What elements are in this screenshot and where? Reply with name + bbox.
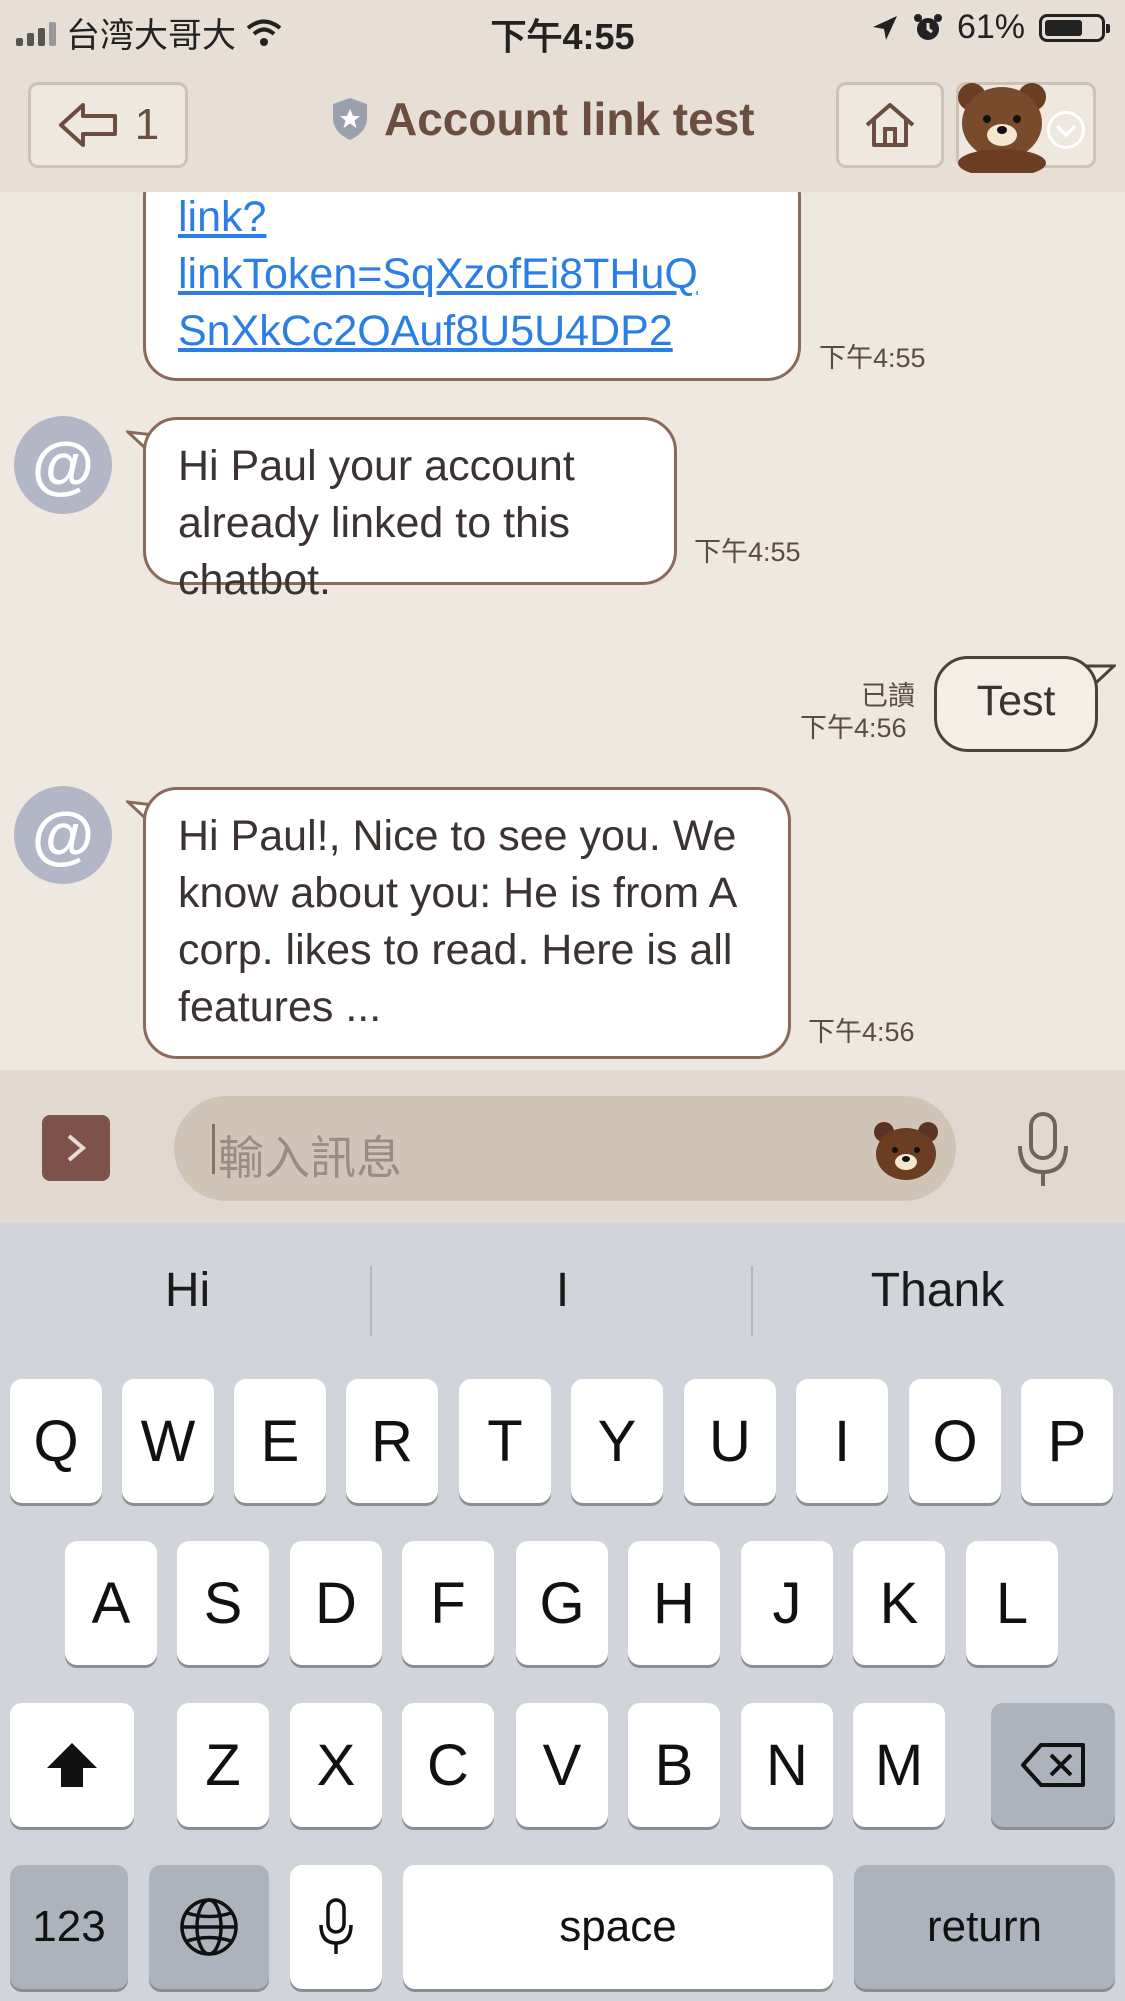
key[interactable]: M	[853, 1703, 945, 1827]
chevron-right-icon	[67, 1134, 87, 1162]
key[interactable]: H	[628, 1541, 720, 1665]
key[interactable]: O	[909, 1379, 1001, 1503]
shift-icon	[47, 1743, 97, 1787]
key[interactable]: A	[65, 1541, 157, 1665]
globe-key[interactable]	[149, 1865, 269, 1989]
message-bubble[interactable]: Hi Paul your account already linked to t…	[143, 417, 677, 604]
key[interactable]: V	[516, 1703, 608, 1827]
key[interactable]: D	[290, 1541, 382, 1665]
key[interactable]: K	[853, 1541, 945, 1665]
key[interactable]: W	[122, 1379, 214, 1503]
suggestion-item[interactable]: Thank	[750, 1263, 1125, 1318]
battery-icon	[1039, 13, 1110, 42]
backspace-icon	[1021, 1743, 1085, 1787]
numbers-key[interactable]: 123	[10, 1865, 128, 1989]
message-text: Hi Paul!, Nice to see you. We know about…	[178, 812, 737, 1031]
status-right: 61%	[871, 8, 1110, 47]
key[interactable]: E	[234, 1379, 326, 1503]
microphone-icon[interactable]	[1010, 1110, 1076, 1190]
space-key[interactable]: space	[403, 1865, 833, 1989]
key[interactable]: P	[1021, 1379, 1113, 1503]
key[interactable]: F	[402, 1541, 494, 1665]
key[interactable]: C	[402, 1703, 494, 1827]
read-receipt: 已讀	[861, 681, 915, 711]
suggestion-item[interactable]: I	[375, 1263, 750, 1318]
delete-key[interactable]	[991, 1703, 1115, 1827]
message-timestamp: 下午4:55	[819, 343, 926, 373]
key[interactable]: L	[966, 1541, 1058, 1665]
return-key[interactable]: return	[854, 1865, 1115, 1989]
dictation-key[interactable]	[290, 1865, 382, 1989]
message-bubble[interactable]: Hi Paul!, Nice to see you. We know about…	[143, 787, 791, 1059]
home-icon	[865, 103, 915, 147]
back-button[interactable]: 1	[28, 82, 188, 168]
microphone-icon	[319, 1898, 353, 1954]
chat-title-text: Account link test	[384, 93, 755, 145]
key[interactable]: Z	[177, 1703, 269, 1827]
key[interactable]: Q	[10, 1379, 102, 1503]
keyboard: Hi I Thank Q W E R T Y U I O P A S D F G…	[0, 1223, 1125, 2001]
message-input-placeholder: 輸入訊息	[218, 1132, 402, 1184]
home-button[interactable]	[836, 82, 944, 168]
location-icon	[872, 15, 897, 40]
chat-title[interactable]: Account link test	[330, 92, 755, 146]
suggestion-divider	[370, 1266, 372, 1336]
shift-key[interactable]	[10, 1703, 134, 1827]
bot-avatar[interactable]: @	[14, 786, 112, 884]
text-cursor	[212, 1124, 215, 1174]
key[interactable]: S	[177, 1541, 269, 1665]
unread-count: 1	[134, 100, 160, 149]
message-link[interactable]: link? linkToken=SqXzofEi8THuQ SnXkCc2OAu…	[178, 192, 766, 360]
key[interactable]: J	[741, 1541, 833, 1665]
suggestion-bar: Hi I Thank	[0, 1223, 1125, 1375]
official-shield-icon	[333, 98, 367, 140]
message-timestamp: 下午4:56	[800, 713, 907, 743]
brown-bear-icon	[958, 83, 1046, 173]
key[interactable]: T	[459, 1379, 551, 1503]
bot-avatar[interactable]: @	[14, 416, 112, 514]
alarm-icon	[913, 13, 942, 40]
key[interactable]: U	[684, 1379, 776, 1503]
key[interactable]: I	[796, 1379, 888, 1503]
back-arrow-icon	[58, 103, 117, 147]
key[interactable]: N	[741, 1703, 833, 1827]
message-composer: 輸入訊息	[0, 1070, 1125, 1223]
key[interactable]: B	[628, 1703, 720, 1827]
sticker-icon[interactable]	[872, 1118, 940, 1182]
outgoing-message-bubble[interactable]: Test	[934, 656, 1098, 752]
key[interactable]: G	[516, 1541, 608, 1665]
chat-header: 1 Account link test	[0, 62, 1125, 194]
key[interactable]: Y	[571, 1379, 663, 1503]
expand-menu-button[interactable]	[42, 1115, 110, 1181]
message-input[interactable]: 輸入訊息	[174, 1096, 956, 1201]
suggestion-item[interactable]: Hi	[0, 1263, 375, 1318]
battery-percent: 61%	[956, 8, 1025, 46]
message-timestamp: 下午4:56	[808, 1017, 915, 1047]
globe-icon	[180, 1898, 238, 1956]
message-text: Hi Paul your account already linked to t…	[178, 442, 575, 604]
message-list[interactable]: link? linkToken=SqXzofEi8THuQ SnXkCc2OAu…	[0, 192, 1125, 1070]
message-bubble-link[interactable]: link? linkToken=SqXzofEi8THuQ SnXkCc2OAu…	[143, 192, 801, 381]
key[interactable]: R	[346, 1379, 438, 1503]
message-timestamp: 下午4:55	[694, 537, 801, 567]
message-text: Test	[976, 677, 1056, 725]
status-bar: 台湾大哥大 下午4:55 61%	[0, 0, 1125, 62]
key[interactable]: X	[290, 1703, 382, 1827]
menu-button[interactable]	[956, 82, 1096, 173]
chevron-down-icon	[1047, 111, 1085, 149]
